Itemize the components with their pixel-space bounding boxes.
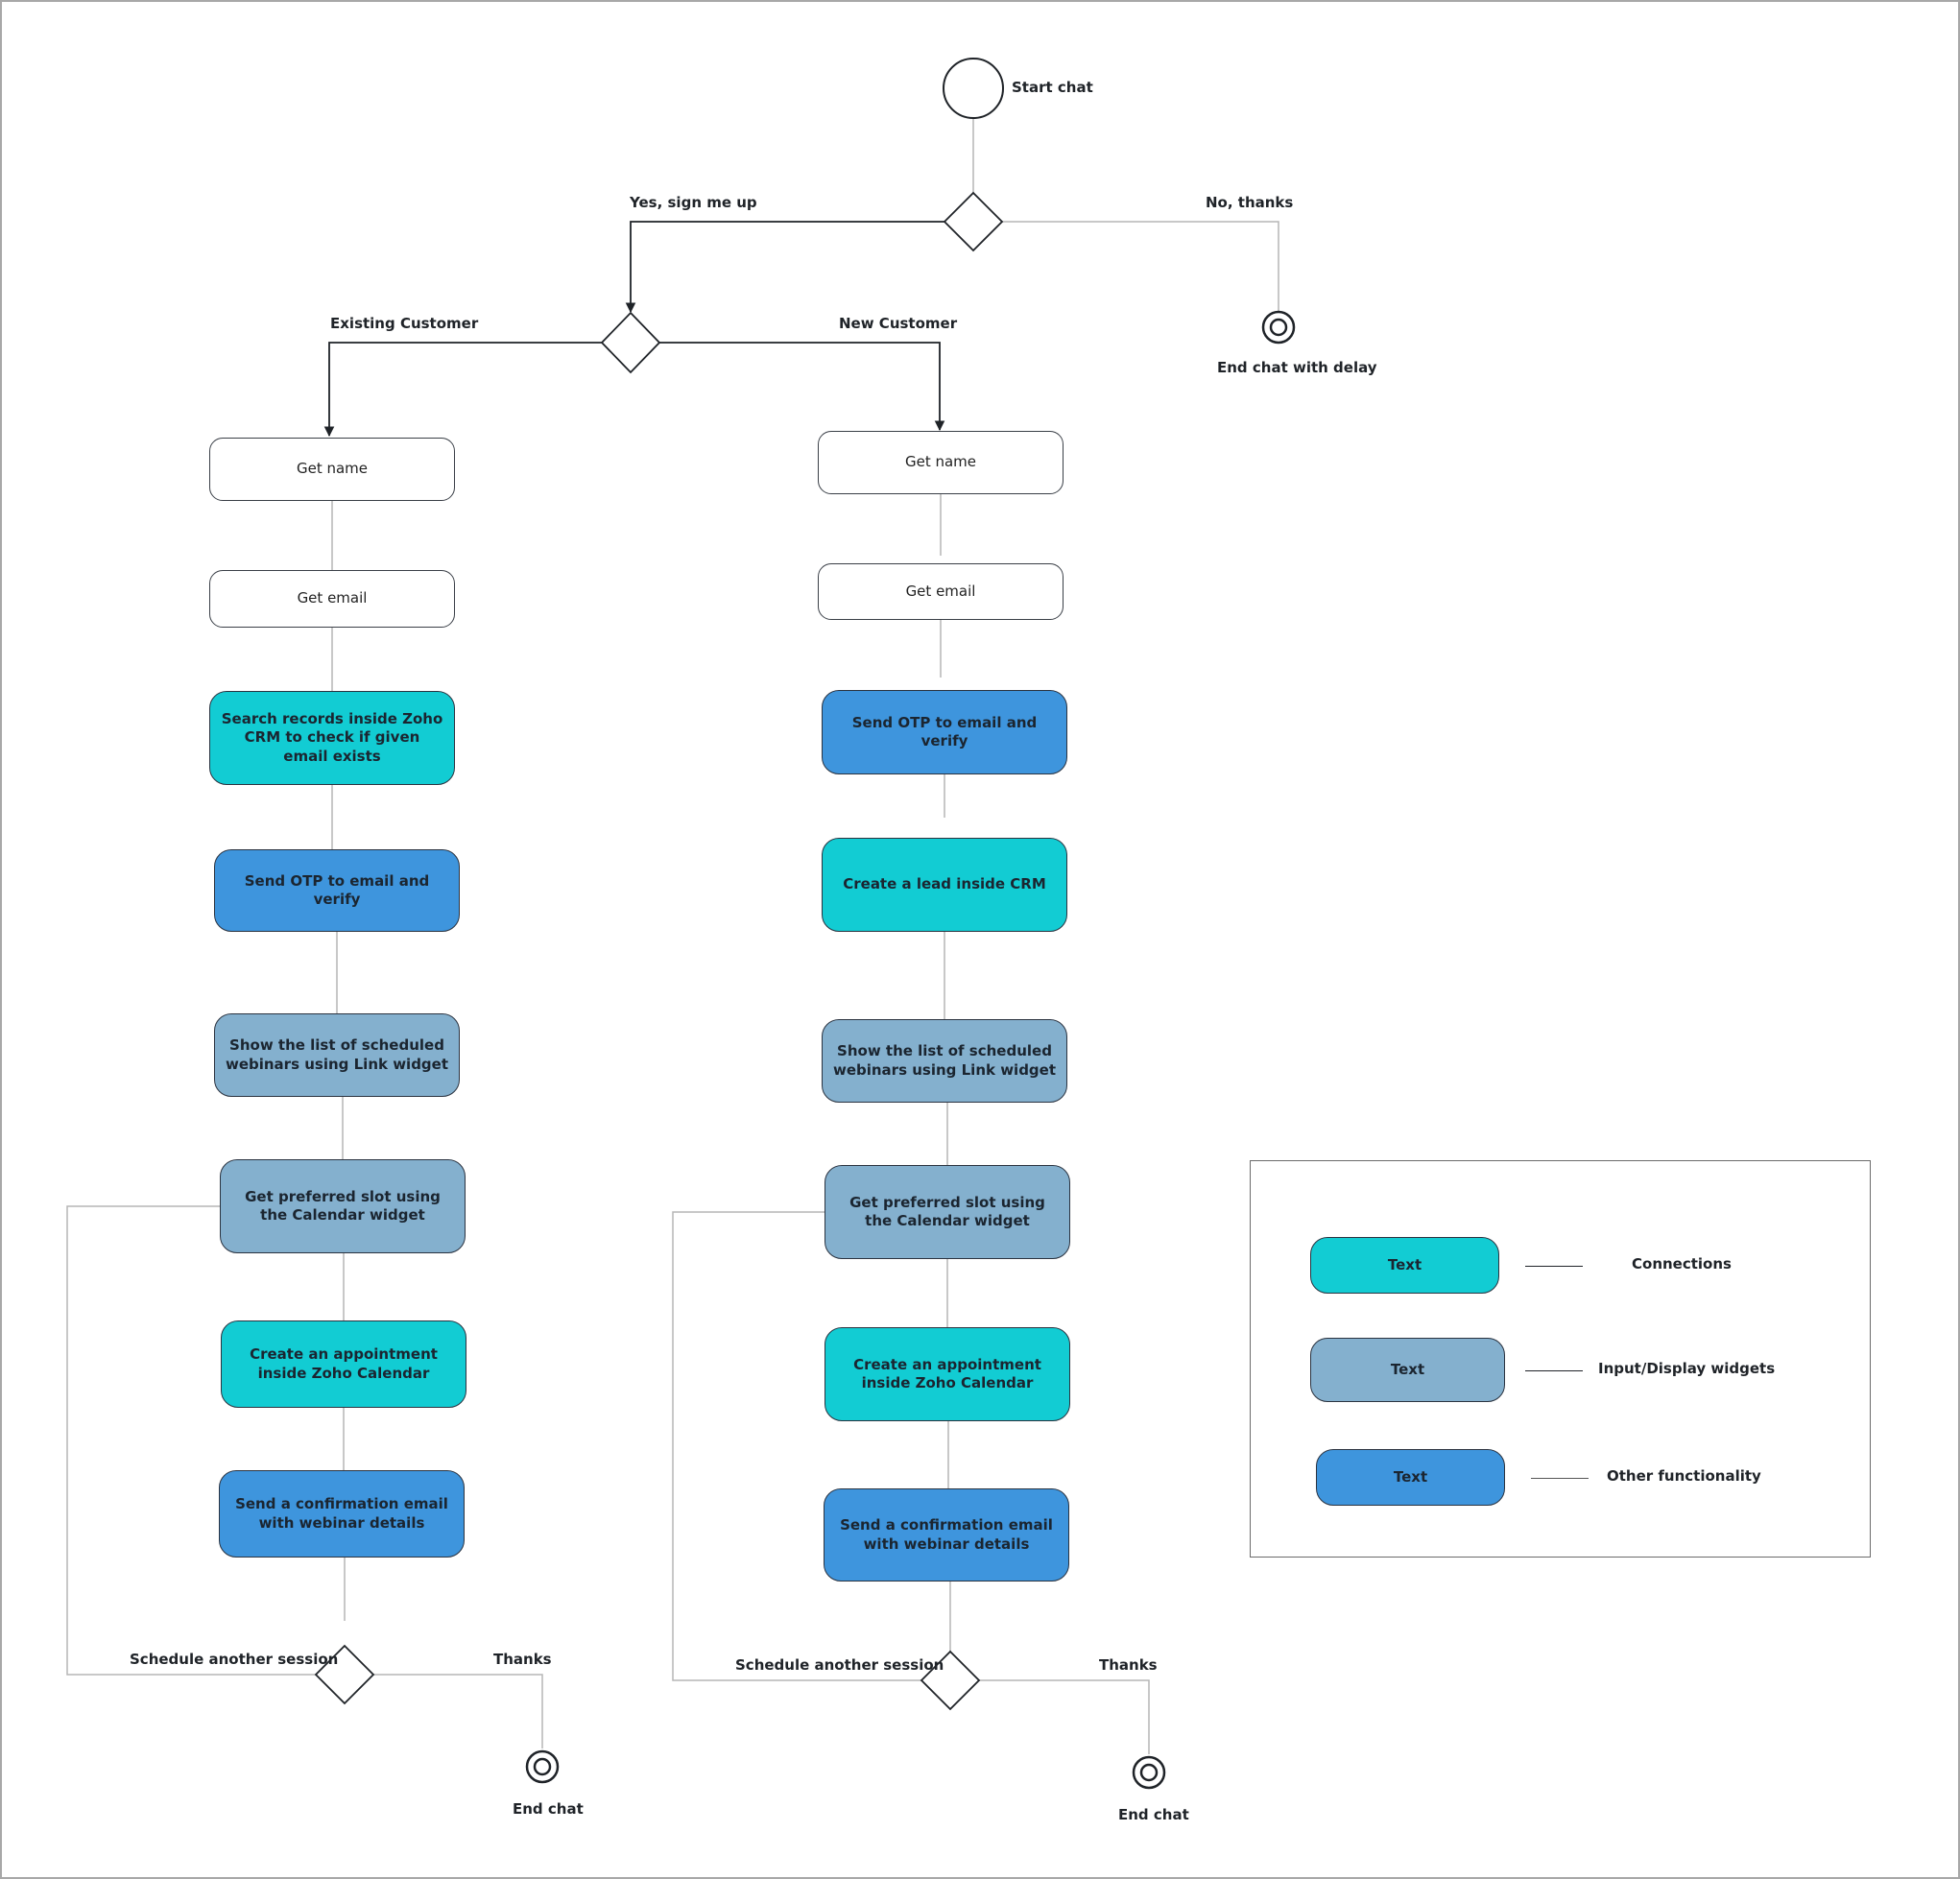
connector-new-loop <box>672 1211 921 1681</box>
decision-signup[interactable] <box>943 191 1004 252</box>
no-branch-label: No, thanks <box>1206 194 1294 211</box>
legend-line-connections <box>1525 1266 1583 1267</box>
existing-step-get-slot[interactable]: Get preferred slot using the Calendar wi… <box>220 1159 466 1253</box>
existing-step-search-crm[interactable]: Search records inside Zoho CRM to check … <box>209 691 455 785</box>
new-step-show-webinars[interactable]: Show the list of scheduled webinars usin… <box>822 1019 1067 1103</box>
legend-label-other: Other functionality <box>1607 1467 1761 1485</box>
connector-existing-thanks <box>373 1674 543 1748</box>
existing-end-label: End chat <box>513 1800 584 1818</box>
existing-thanks-label: Thanks <box>493 1651 552 1668</box>
decision-customer-type[interactable] <box>600 311 661 374</box>
new-step-get-name[interactable]: Get name <box>818 431 1064 494</box>
connector-no-branch <box>1002 221 1279 311</box>
legend-swatch-widgets: Text <box>1310 1338 1505 1402</box>
existing-loop-label: Schedule another session <box>130 1651 339 1668</box>
flowchart-canvas: Start chat Yes, sign me up No, thanks En… <box>0 0 1960 1879</box>
legend-line-other <box>1531 1478 1589 1479</box>
new-thanks-label: Thanks <box>1099 1656 1158 1674</box>
new-step-create-appointment[interactable]: Create an appointment inside Zoho Calend… <box>825 1327 1070 1421</box>
legend-swatch-other: Text <box>1316 1449 1505 1506</box>
yes-branch-label: Yes, sign me up <box>630 194 757 211</box>
new-step-get-email[interactable]: Get email <box>818 563 1064 620</box>
new-loop-label: Schedule another session <box>735 1656 944 1674</box>
new-customer-label: New Customer <box>839 315 958 332</box>
existing-step-send-otp[interactable]: Send OTP to email and verify <box>214 849 460 932</box>
start-label: Start chat <box>1012 79 1093 96</box>
new-end-label: End chat <box>1118 1806 1189 1823</box>
existing-step-get-name[interactable]: Get name <box>209 438 455 501</box>
legend-label-widgets: Input/Display widgets <box>1598 1360 1776 1377</box>
legend-label-connections: Connections <box>1632 1255 1732 1272</box>
connector-new-thanks <box>979 1679 1150 1754</box>
end-node-new[interactable] <box>1132 1755 1166 1790</box>
end-delay-label: End chat with delay <box>1217 359 1377 376</box>
legend-line-widgets <box>1525 1370 1583 1371</box>
end-node-existing[interactable] <box>525 1749 560 1784</box>
connector-existing-branch <box>323 342 602 438</box>
start-node[interactable] <box>943 58 1004 119</box>
connector-yes-branch <box>625 221 944 314</box>
new-step-create-lead[interactable]: Create a lead inside CRM <box>822 838 1067 932</box>
end-node-delay[interactable] <box>1261 310 1296 345</box>
connector-layer <box>66 58 1296 1790</box>
connector-new-branch <box>659 342 945 432</box>
existing-step-show-webinars[interactable]: Show the list of scheduled webinars usin… <box>214 1013 460 1097</box>
connector-existing-loop <box>66 1205 316 1676</box>
existing-step-send-confirmation[interactable]: Send a confirmation email with webinar d… <box>219 1470 465 1558</box>
new-step-send-confirmation[interactable]: Send a confirmation email with webinar d… <box>824 1488 1069 1582</box>
legend-swatch-connections: Text <box>1310 1237 1499 1294</box>
existing-step-get-email[interactable]: Get email <box>209 570 455 628</box>
existing-step-create-appointment[interactable]: Create an appointment inside Zoho Calend… <box>221 1320 466 1408</box>
new-step-get-slot[interactable]: Get preferred slot using the Calendar wi… <box>825 1165 1070 1259</box>
new-step-send-otp[interactable]: Send OTP to email and verify <box>822 690 1067 774</box>
existing-customer-label: Existing Customer <box>330 315 479 332</box>
